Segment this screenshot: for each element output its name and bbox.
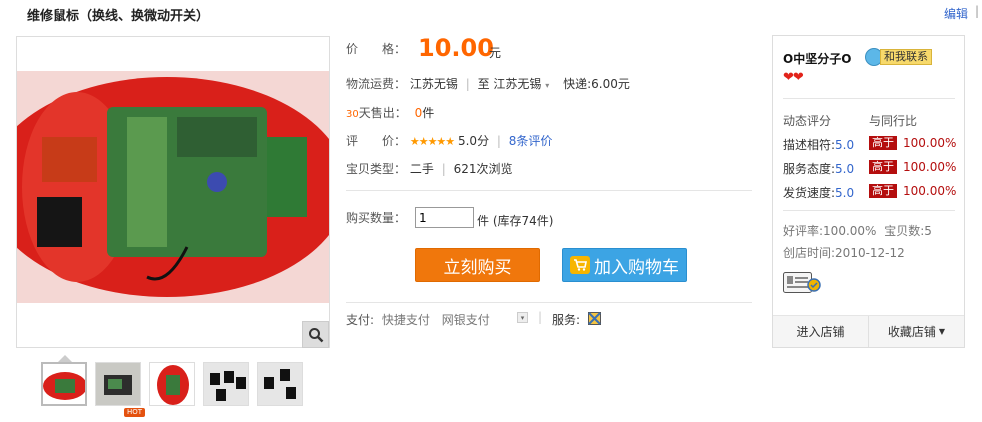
rating-service-row: 服务态度: 5.0 — [783, 160, 854, 177]
edit-link[interactable]: 编辑 — [944, 5, 968, 22]
rating-service-label: 服务态度: — [783, 162, 836, 176]
thumb-photo — [204, 363, 248, 405]
rating-row: 评 价： ★★★★★ 5.0分 | 8条评价 — [346, 132, 552, 149]
caret-down-icon: ▼ — [938, 327, 946, 336]
mouse-circuit-photo — [17, 37, 329, 347]
rating-service-tag: 高于 — [869, 160, 897, 174]
reviews-link[interactable]: 8条评价 — [509, 134, 553, 148]
payment-row: 支付: 快捷支付 网银支付 — [346, 311, 490, 328]
quantity-stock: 件 (库存74件) — [477, 214, 554, 228]
payment-method-bank: 网银支付 — [441, 313, 490, 327]
price-currency: 元 — [489, 46, 502, 60]
compare-header: 与同行比 — [869, 114, 918, 128]
rating-shipping-tag: 高于 — [869, 184, 897, 198]
magnifier-icon — [308, 327, 323, 342]
item-views: 621次浏览 — [453, 162, 513, 176]
payment-method-quick: 快捷支付 — [381, 313, 430, 327]
section-divider — [346, 302, 752, 303]
thumbnail-1[interactable] — [41, 362, 87, 406]
rating-description-row: 描述相符: 5.0 — [783, 136, 854, 153]
thumbnail-3[interactable] — [149, 362, 195, 406]
contact-seller-button[interactable]: 和我联系 — [865, 48, 932, 66]
shop-footer: 进入店铺 收藏店铺 ▼ — [773, 315, 964, 347]
contact-label: 和我联系 — [880, 49, 932, 65]
rating-description-pct: 100.00% — [903, 136, 957, 150]
favorite-shop-button[interactable]: 收藏店铺 ▼ — [868, 316, 964, 347]
add-to-cart-button[interactable]: 加入购物车 — [562, 248, 687, 282]
good-rate: 好评率:100.00% — [783, 224, 877, 238]
rating-shipping-value: 5.0 — [835, 185, 855, 200]
score-header: 动态评分 — [783, 114, 832, 128]
thumbnail-2[interactable] — [95, 362, 141, 406]
main-product-image[interactable] — [16, 36, 330, 348]
rating-shipping-pct: 100.00% — [903, 184, 957, 198]
sales-days: 30 — [346, 109, 359, 120]
buy-now-button[interactable]: 立刻购买 — [415, 248, 540, 282]
enter-shop-label: 进入店铺 — [796, 325, 845, 339]
rating-shipping-row: 发货速度: 5.0 — [783, 184, 854, 201]
thumb-photo — [150, 363, 194, 405]
rating-label: 评 价： — [346, 134, 407, 148]
rating-description-label: 描述相符: — [783, 138, 836, 152]
shipping-divider: | — [465, 77, 470, 91]
payment-divider: | — [538, 310, 543, 324]
item-type-divider: | — [441, 162, 446, 176]
item-title: 维修鼠标（换线、换微动开关） — [27, 9, 210, 24]
rating-stars: ★★★★★ — [409, 135, 455, 148]
section-divider — [346, 190, 752, 191]
price-value: 10.00 — [418, 34, 494, 62]
shipping-destination-select[interactable]: 江苏无锡 ▾ — [493, 77, 549, 91]
quantity-input[interactable] — [415, 207, 474, 228]
payment-dropdown-icon[interactable]: ▾ — [517, 312, 528, 323]
item-count: 宝贝数:5 — [884, 224, 932, 238]
quantity-label: 购买数量： — [346, 211, 407, 225]
shipping-from: 江苏无锡 — [409, 77, 458, 91]
seller-level-hearts: ❤❤ — [783, 70, 804, 85]
thumbnail-4[interactable] — [203, 362, 249, 406]
sales-row: 30天售出： 0件 — [346, 104, 434, 121]
buy-now-label: 立刻购买 — [443, 257, 512, 278]
rating-service-value: 5.0 — [835, 161, 855, 176]
shop-created: 创店时间:2010-12-12 — [783, 246, 905, 260]
rating-shipping-label: 发货速度: — [783, 186, 836, 200]
zoom-button[interactable] — [302, 321, 329, 348]
payment-label: 支付: — [346, 313, 375, 327]
rating-description-value: 5.0 — [835, 137, 855, 152]
hot-badge: HOT — [124, 408, 146, 417]
rating-score: 5.0分 — [457, 134, 490, 148]
item-type-label: 宝贝类型： — [346, 162, 407, 176]
add-to-cart-label: 加入购物车 — [594, 257, 679, 278]
thumb-photo — [43, 364, 85, 404]
cart-icon — [570, 256, 590, 274]
thumbnail-strip — [41, 362, 303, 406]
item-type-value: 二手 — [409, 162, 434, 176]
enter-shop-button[interactable]: 进入店铺 — [773, 316, 868, 347]
shop-stats: 好评率:100.00% 宝贝数:5 — [783, 222, 932, 239]
shop-divider — [783, 210, 955, 211]
shop-name[interactable]: O中坚分子O — [783, 50, 851, 67]
thumb-photo — [96, 363, 140, 405]
price-label: 价 格： — [346, 42, 407, 56]
sales-label: 天售出： — [358, 106, 407, 120]
chevron-down-icon: ▾ — [545, 81, 550, 90]
shipping-row: 物流运费： 江苏无锡 | 至 江苏无锡 ▾ 快递:6.00元 — [346, 75, 630, 92]
shipping-express: 快递:6.00元 — [563, 77, 630, 91]
shop-panel: O中坚分子O 和我联系 ❤❤ 动态评分 与同行比 描述相符: 5.0 高于 10… — [772, 35, 965, 348]
sales-unit: 件 — [422, 106, 435, 120]
shop-divider — [783, 98, 955, 99]
service-icon[interactable] — [588, 312, 601, 325]
thumb-pointer — [58, 355, 72, 362]
rating-description-tag: 高于 — [869, 136, 897, 150]
rating-service-pct: 100.00% — [903, 160, 957, 174]
rating-divider: | — [496, 134, 501, 148]
thumbnail-5[interactable] — [257, 362, 303, 406]
edit-separator: | — [974, 4, 979, 18]
item-type-row: 宝贝类型： 二手 | 621次浏览 — [346, 160, 512, 177]
thumb-photo — [258, 363, 302, 405]
shipping-label: 物流运费： — [346, 77, 407, 91]
shop-certification-icon[interactable] — [783, 272, 823, 294]
service-label: 服务: — [552, 313, 581, 327]
favorite-shop-label: 收藏店铺 — [887, 325, 936, 339]
shipping-to-prefix: 至 — [477, 77, 490, 91]
